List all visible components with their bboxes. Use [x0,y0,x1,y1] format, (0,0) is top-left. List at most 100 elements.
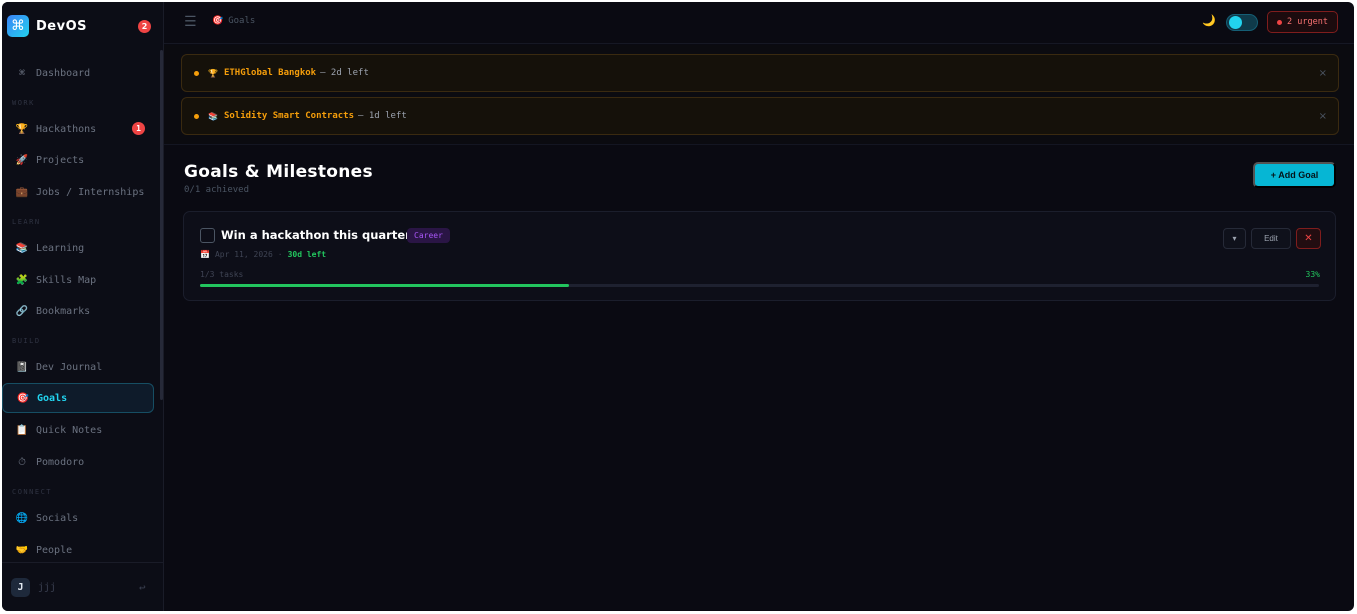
sidebar-item-people[interactable]: 🤝 People [2,535,154,565]
brand-name: DevOS [36,18,87,34]
calendar-icon: 📅 [200,250,210,259]
sidebar-item-goals[interactable]: 🎯 Goals [2,383,154,413]
page-title: Goals & Milestones [184,162,373,182]
breadcrumb-label: Goals [228,16,256,26]
app-window: ⌘ DevOS 2 ⌘ Dashboard WORK 🏆 Hackathons … [2,2,1354,611]
target-icon: 🎯 [16,392,30,404]
alert-dot-icon [194,70,199,76]
sidebar-item-bookmarks[interactable]: 🔗 Bookmarks [2,296,154,326]
sidebar-item-pomodoro[interactable]: ⏱ Pomodoro [2,447,154,477]
alert-dot-icon [194,113,199,119]
sidebar-item-dashboard[interactable]: ⌘ Dashboard [2,58,154,88]
sidebar-item-label: Bookmarks [36,305,91,317]
goal-date: Apr 11, 2026 [214,250,273,259]
goal-card: Win a hackathon this quarter Career 📅 Ap… [183,211,1336,301]
sidebar-item-label: People [36,544,73,556]
goal-progress-fill [200,284,570,287]
notification-badge: 2 [138,20,151,33]
goal-task-count: 1/3 tasks [200,270,244,279]
close-icon[interactable]: × [1319,111,1327,122]
add-goal-button[interactable]: + Add Goal [1253,162,1336,188]
alert-time-left: — 1d left [358,111,407,121]
sidebar-item-quick-notes[interactable]: 📋 Quick Notes [2,415,154,445]
deadline-alerts: 🏆 ETHGlobal Bangkok — 2d left × 📚 Solidi… [164,45,1354,145]
target-icon: 🎯 [212,16,224,26]
toggle-knob [1229,16,1242,29]
alert-time-left: — 2d left [320,68,369,78]
goal-actions: ▾ Edit ✕ [1223,228,1321,249]
close-icon: ✕ [1304,233,1313,244]
theme-toggle[interactable] [1226,14,1258,31]
sidebar-item-label: Skills Map [36,274,97,286]
topbar: ☰ 🎯 Goals 🌙 2 urgent [164,2,1354,44]
section-label-build: BUILD [12,337,41,345]
sidebar-item-label: Projects [36,154,85,166]
sidebar-item-label: Learning [36,242,85,254]
logout-icon[interactable]: ↩ [139,581,146,594]
goal-checkbox[interactable] [200,228,215,243]
alert-title[interactable]: Solidity Smart Contracts [224,111,354,121]
main-content: ☰ 🎯 Goals 🌙 2 urgent 🏆 ETHGlobal Bangkok… [164,2,1354,611]
globe-icon: 🌐 [15,512,29,524]
goal-progress-bar [200,284,1319,287]
timer-icon: ⏱ [18,456,26,468]
sidebar-item-hackathons[interactable]: 🏆 Hackathons 1 [2,114,154,144]
link-icon: 🔗 [15,305,29,317]
rocket-icon: 🚀 [15,154,29,166]
moon-icon: 🌙 [1202,14,1216,27]
command-icon: ⌘ [18,67,26,79]
trophy-icon: 🏆 [15,123,29,135]
urgent-label: 2 urgent [1287,17,1328,27]
urgent-badge[interactable]: 2 urgent [1267,11,1338,33]
expand-button[interactable]: ▾ [1223,228,1246,249]
clipboard-icon: 📋 [15,424,29,436]
sidebar-item-label: Socials [36,512,79,524]
sidebar-item-jobs[interactable]: 💼 Jobs / Internships [2,177,154,207]
goal-title: Win a hackathon this quarter [221,228,411,242]
deadline-alert: 📚 Solidity Smart Contracts — 1d left × [181,97,1339,135]
goal-category-tag: Career [407,228,450,243]
avatar[interactable]: J [11,577,30,597]
notebook-icon: 📓 [15,361,29,373]
delete-button[interactable]: ✕ [1296,228,1321,249]
sidebar-item-label: Pomodoro [36,456,85,468]
deadline-alert: 🏆 ETHGlobal Bangkok — 2d left × [181,54,1339,92]
alert-title[interactable]: ETHGlobal Bangkok [224,68,316,78]
sidebar-item-label: Jobs / Internships [36,186,145,198]
goal-meta: 📅 Apr 11, 2026 · 30d left [200,250,326,259]
hackathons-count-badge: 1 [132,122,145,135]
sidebar-item-label: Dashboard [36,67,91,79]
handshake-icon: 🤝 [15,544,29,556]
sidebar-item-socials[interactable]: 🌐 Socials [2,503,154,533]
books-icon: 📚 [208,111,218,121]
section-label-work: WORK [12,99,35,107]
menu-icon[interactable]: ☰ [184,14,197,30]
brand[interactable]: ⌘ DevOS 2 [2,2,163,50]
sidebar-item-dev-journal[interactable]: 📓 Dev Journal [2,352,154,382]
user-panel: J jjj ↩ [2,562,164,611]
sidebar: ⌘ DevOS 2 ⌘ Dashboard WORK 🏆 Hackathons … [2,2,164,611]
sidebar-item-learning[interactable]: 📚 Learning [2,233,154,263]
user-name: jjj [38,581,57,593]
section-label-connect: CONNECT [12,488,53,496]
sidebar-item-label: Quick Notes [36,424,103,436]
breadcrumb: 🎯 Goals [212,16,255,26]
chevron-down-icon: ▾ [1232,234,1237,243]
urgent-dot-icon [1277,19,1283,25]
command-logo-icon: ⌘ [7,15,29,37]
meta-separator: · [277,250,283,259]
sidebar-item-skills-map[interactable]: 🧩 Skills Map [2,265,154,295]
sidebar-item-label: Dev Journal [36,361,103,373]
edit-button[interactable]: Edit [1251,228,1291,249]
trophy-icon: 🏆 [208,68,218,78]
sidebar-scrollbar[interactable] [160,50,163,400]
sidebar-item-projects[interactable]: 🚀 Projects [2,145,154,175]
section-label-learn: LEARN [12,218,41,226]
briefcase-icon: 💼 [15,186,29,198]
goal-percent: 33% [1305,270,1320,279]
close-icon[interactable]: × [1319,68,1327,79]
sidebar-item-label: Goals [37,392,68,404]
books-icon: 📚 [15,242,29,254]
page-subtitle: 0/1 achieved [184,185,250,195]
goal-time-left: 30d left [287,250,327,259]
